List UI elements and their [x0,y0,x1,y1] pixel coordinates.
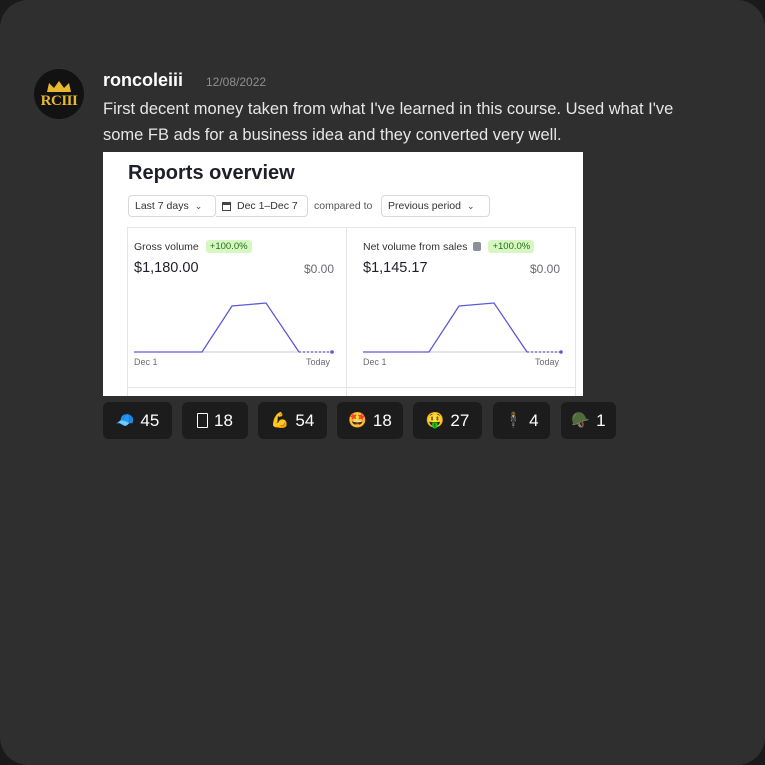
divider [128,387,346,388]
reaction-money-mouth-face[interactable]: 🤑 27 [413,402,482,439]
change-badge: +100.0% [205,240,252,253]
message-card: RCIII roncoleiii 12/08/2022 First decent… [0,0,765,765]
compared-to-text: compared to [314,200,373,212]
blue-cap-icon: 🧢 [115,412,135,429]
divider [347,387,575,388]
info-icon [473,242,482,251]
metric-previous: $0.00 [303,262,334,276]
avatar-logo-text: RCIII [40,92,78,109]
money-mouth-face-icon: 🤑 [425,412,445,429]
calendar-icon [222,201,231,211]
reaction-blue-cap[interactable]: 🧢 45 [103,402,172,439]
reaction-count: 18 [214,410,233,430]
axis-end-label: Today [306,357,331,367]
sparkline-end-dot [559,350,563,354]
figure-icon: 🕴 [504,412,524,429]
reports-title: Reports overview [128,162,295,184]
metric-previous: $0.00 [529,262,560,276]
chevron-down-icon: ⌄ [194,200,203,211]
metric-value: $1,180.00 [134,260,199,276]
sparkline-chart [134,302,334,354]
axis-start-label: Dec 1 [134,357,158,367]
metric-label: Gross volume [134,240,199,253]
message-text: First decent money taken from what I've … [103,96,765,148]
message-line: some FB ads for a business idea and they… [103,126,562,144]
reaction-count: 54 [295,410,315,430]
change-badge: +100.0% [488,240,535,253]
star-struck-icon: 🤩 [348,412,367,429]
reaction-flexed-biceps[interactable]: 💪 54 [258,402,327,439]
comparison-label: Previous period [388,200,461,212]
username[interactable]: roncoleiii [103,70,183,91]
military-helmet-icon: 🪖 [571,412,591,429]
sparkline-line [363,302,528,353]
reaction-blank-square[interactable]: 18 [182,402,248,439]
sparkline-end-dot [330,350,334,354]
reaction-figure[interactable]: 🕴 4 [493,402,550,439]
sparkline-line [134,302,300,353]
flexed-biceps-icon: 💪 [270,412,290,429]
axis-end-label: Today [535,357,560,367]
reaction-military-helmet[interactable]: 🪖 1 [561,402,616,439]
blank-square-icon [197,413,209,428]
axis-start-label: Dec 1 [363,357,387,367]
reaction-count: 27 [450,410,470,430]
message-line: First decent money taken from what I've … [103,100,674,118]
range-label: Last 7 days [135,200,189,212]
metric-label: Net volume from sales [363,240,468,253]
sparkline-chart [363,302,563,354]
crown-icon [47,80,71,92]
range-dropdown: Last 7 days ⌄ [128,195,216,217]
metric-value: $1,145.17 [363,260,428,276]
timestamp: 12/08/2022 [206,75,267,89]
date-label: Dec 1–Dec 7 [237,200,298,212]
metric-panel-gross: Gross volume +100.0% $1,180.00 $0.00 Dec… [127,227,347,396]
reaction-count: 1 [596,410,606,430]
metric-panel-net: Net volume from sales +100.0% $1,145.17 … [346,227,576,396]
comparison-dropdown: Previous period ⌄ [381,195,490,217]
chevron-down-icon: ⌄ [466,200,475,211]
reaction-count: 18 [372,410,392,430]
avatar[interactable]: RCIII [34,69,84,119]
reaction-star-struck[interactable]: 🤩 18 [337,402,403,439]
reaction-count: 45 [140,410,160,430]
attached-image[interactable]: Reports overview Last 7 days ⌄ Dec 1–Dec… [103,152,583,396]
reaction-count: 4 [529,410,539,430]
date-range-picker: Dec 1–Dec 7 [216,195,308,217]
